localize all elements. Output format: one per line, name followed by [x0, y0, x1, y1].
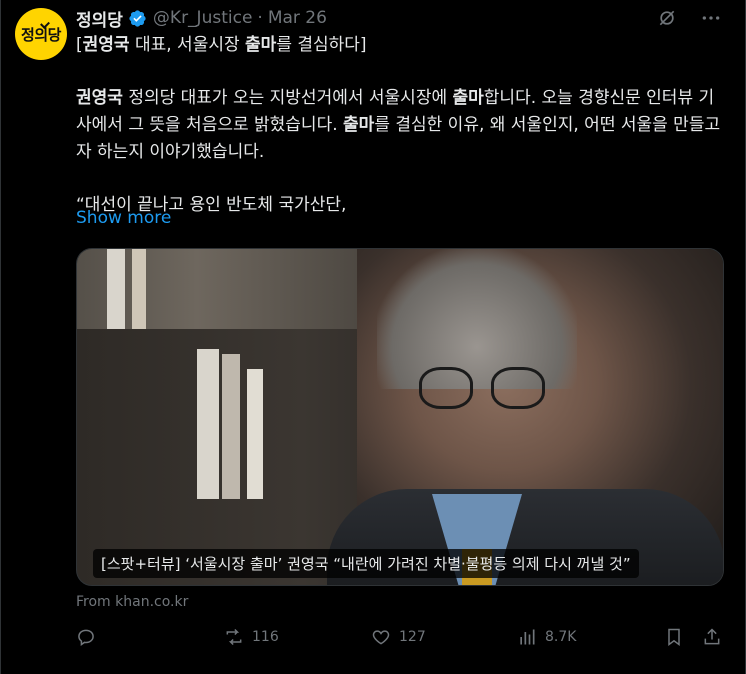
tweet-title-line: [권영국 대표, 서울시장 출마를 결심하다]	[76, 35, 367, 55]
verified-badge-icon	[129, 9, 146, 27]
views-button[interactable]: 8.7K	[517, 627, 576, 647]
bookmark-icon	[668, 628, 680, 646]
author-name[interactable]: 정의당	[76, 6, 123, 31]
action-bar: 116 127 8.7K	[76, 627, 726, 655]
more-options-icon[interactable]	[701, 8, 721, 28]
reply-icon	[78, 629, 94, 646]
show-more-link[interactable]: Show more	[76, 208, 171, 228]
tweet-text: [권영국 대표, 서울시장 출마를 결심하다] 권영국 정의당 대표가 오는 지…	[76, 32, 726, 219]
card-image-book	[132, 249, 146, 329]
top-right-icons	[657, 8, 721, 28]
separator-dot: ·	[257, 8, 263, 28]
bookmark-button[interactable]	[664, 627, 684, 647]
card-image-book	[247, 369, 263, 499]
card-image-book	[107, 249, 125, 329]
share-button[interactable]	[702, 627, 722, 647]
share-icon	[704, 628, 720, 645]
tweet[interactable]: 정의당 정의당 @Kr_Justice · Mar 26 [권영국 대표, 서울…	[0, 0, 746, 674]
card-image-book	[197, 349, 219, 499]
heart-icon	[372, 630, 390, 645]
avatar[interactable]: 정의당	[15, 8, 67, 60]
reply-button[interactable]	[76, 627, 96, 647]
views-chart-icon	[520, 629, 535, 645]
tweet-paragraph: 권영국 정의당 대표가 오는 지방선거에서 서울시장에 출마합니다. 오늘 경향…	[76, 88, 721, 162]
like-count: 127	[399, 629, 426, 645]
repost-button[interactable]: 116	[224, 627, 279, 647]
tweet-header: 정의당 @Kr_Justice · Mar 26	[76, 6, 327, 31]
views-count: 8.7K	[545, 629, 577, 645]
card-image-glasses	[491, 367, 545, 409]
tweet-quote-line: “대선이 끝나고 용인 반도체 국가산단,	[76, 195, 347, 215]
repost-icon	[226, 628, 242, 646]
card-image-book	[222, 354, 240, 499]
grok-icon[interactable]	[657, 8, 677, 28]
card-caption: [스팟+터뷰] ‘서울시장 출마’ 권영국 “내란에 가려진 차별·불평등 의제…	[93, 549, 639, 578]
repost-count: 116	[252, 629, 279, 645]
author-handle[interactable]: @Kr_Justice	[153, 8, 252, 28]
card-image-hair	[377, 249, 577, 389]
like-button[interactable]: 127	[371, 627, 426, 647]
card-image-glasses	[419, 367, 473, 409]
link-card[interactable]: [스팟+터뷰] ‘서울시장 출마’ 권영국 “내란에 가려진 차별·불평등 의제…	[76, 248, 724, 586]
card-source[interactable]: From khan.co.kr	[76, 594, 188, 610]
tweet-date[interactable]: Mar 26	[268, 8, 327, 28]
